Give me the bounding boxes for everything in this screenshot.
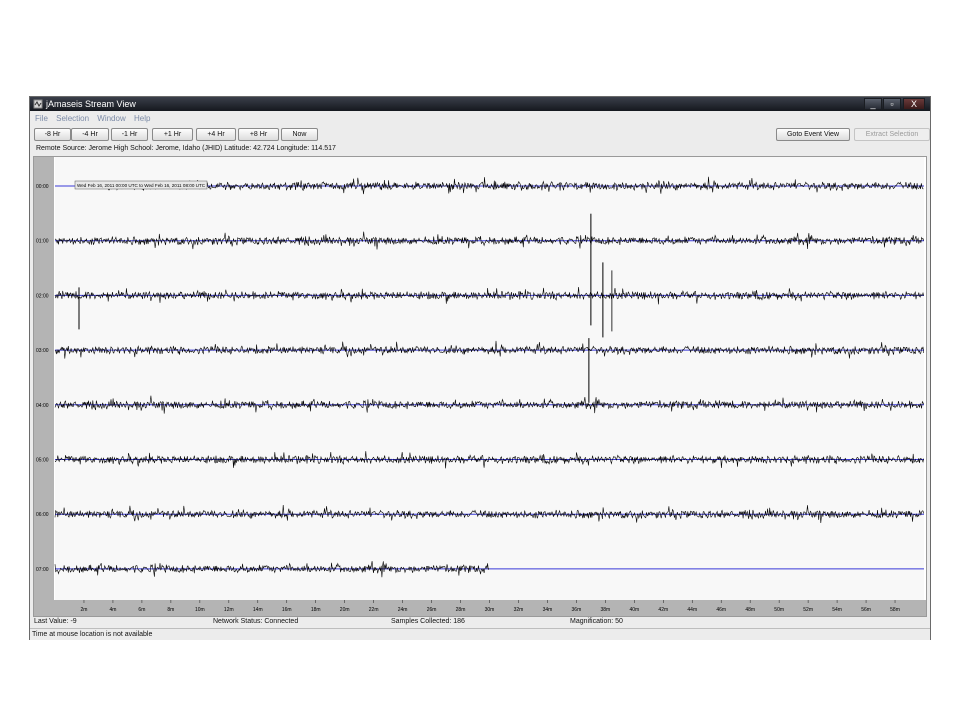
hour-label-6: 06:00 [36,512,49,518]
minute-tick-label-18: 38m [600,607,610,613]
minute-tick-label-9: 20m [340,607,350,613]
minute-tick-label-2: 6m [138,607,145,613]
minute-tick-label-13: 28m [456,607,466,613]
minute-tick-label-15: 32m [514,607,524,613]
hour-label-1: 01:00 [36,239,49,245]
minute-tick-label-0: 2m [80,607,87,613]
extract-selection-button[interactable]: Extract Selection [854,128,930,141]
minute-tick-label-1: 4m [109,607,116,613]
minute-tick-label-21: 44m [687,607,697,613]
plot-area [55,157,924,600]
minus-1-hr-button[interactable]: -1 Hr [111,128,148,141]
seismogram-plot-frame[interactable]: 00:00 01:00 02:00 03:00 04:00 05:00 06:00 07:00… [33,156,927,617]
app-icon [33,99,43,109]
minute-tick-label-10: 22m [369,607,379,613]
minute-tick-label-22: 46m [716,607,726,613]
close-button[interactable]: X [903,98,925,110]
menu-window[interactable]: Window [97,114,125,123]
stream-view-window: jAmaseis Stream View _ ▫ X File Selectio… [29,96,931,640]
title-bar[interactable]: jAmaseis Stream View _ ▫ X [30,97,930,111]
now-button[interactable]: Now [281,128,318,141]
minute-tick-label-16: 34m [543,607,553,613]
minute-tick-label-12: 26m [427,607,437,613]
minute-tick-label-23: 48m [745,607,755,613]
menu-file[interactable]: File [35,114,48,123]
remote-source-info: Remote Source: Jerome High School: Jerom… [36,145,336,152]
minute-tick-label-8: 18m [311,607,321,613]
minute-tick-label-3: 8m [167,607,174,613]
menu-help[interactable]: Help [134,114,150,123]
hour-label-5: 05:00 [36,458,49,464]
minute-tick-label-24: 50m [774,607,784,613]
minute-tick-label-20: 42m [658,607,668,613]
minimize-button[interactable]: _ [864,98,882,110]
mouse-time-text: Time at mouse location is not available [32,631,153,638]
minus-4-hr-button[interactable]: -4 Hr [71,128,109,141]
plus-8-hr-button[interactable]: +8 Hr [238,128,279,141]
minute-tick-label-17: 36m [572,607,582,613]
hour-label-0: 00:00 [36,184,49,190]
minute-tick-label-27: 56m [861,607,871,613]
hour-label-4: 04:00 [36,403,49,409]
minus-8-hr-button[interactable]: -8 Hr [34,128,71,141]
hour-label-2: 02:00 [36,293,49,299]
minute-tick-label-28: 58m [890,607,900,613]
status-bar: Last Value: -9 Network Status: Connected… [30,617,930,627]
seismogram-plot[interactable]: 00:00 01:00 02:00 03:00 04:00 05:00 06:00 07:00… [34,157,926,616]
minute-tick-label-11: 24m [398,607,408,613]
plus-1-hr-button[interactable]: +1 Hr [152,128,193,141]
minute-tick-label-4: 10m [195,607,205,613]
toolbar: -8 Hr -4 Hr -1 Hr +1 Hr +4 Hr +8 Hr Now … [30,126,930,143]
minute-tick-label-7: 16m [282,607,292,613]
plus-4-hr-button[interactable]: +4 Hr [196,128,236,141]
menu-selection[interactable]: Selection [56,114,89,123]
window-title: jAmaseis Stream View [46,99,136,109]
network-status: Network Status: Connected [213,618,299,625]
range-tag: Wed Feb 16, 2011 00:00 UTC to Wed Feb 16… [77,183,206,188]
last-value-status: Last Value: -9 [34,618,77,625]
minute-tick-label-19: 40m [629,607,639,613]
goto-event-view-button[interactable]: Goto Event View [776,128,850,141]
minute-tick-label-5: 12m [224,607,234,613]
hour-gutter [34,157,54,600]
maximize-button[interactable]: ▫ [883,98,901,110]
minute-tick-label-26: 54m [832,607,842,613]
minute-tick-label-14: 30m [485,607,495,613]
minute-tick-label-6: 14m [253,607,263,613]
hour-label-3: 03:00 [36,348,49,354]
samples-collected-status: Samples Collected: 186 [391,618,465,625]
menu-bar: File Selection Window Help [30,112,930,125]
mouse-time-status: Time at mouse location is not available [30,628,930,640]
magnification-status: Magnification: 50 [570,618,623,625]
hour-label-7: 07:00 [36,567,49,573]
minute-tick-label-25: 52m [803,607,813,613]
